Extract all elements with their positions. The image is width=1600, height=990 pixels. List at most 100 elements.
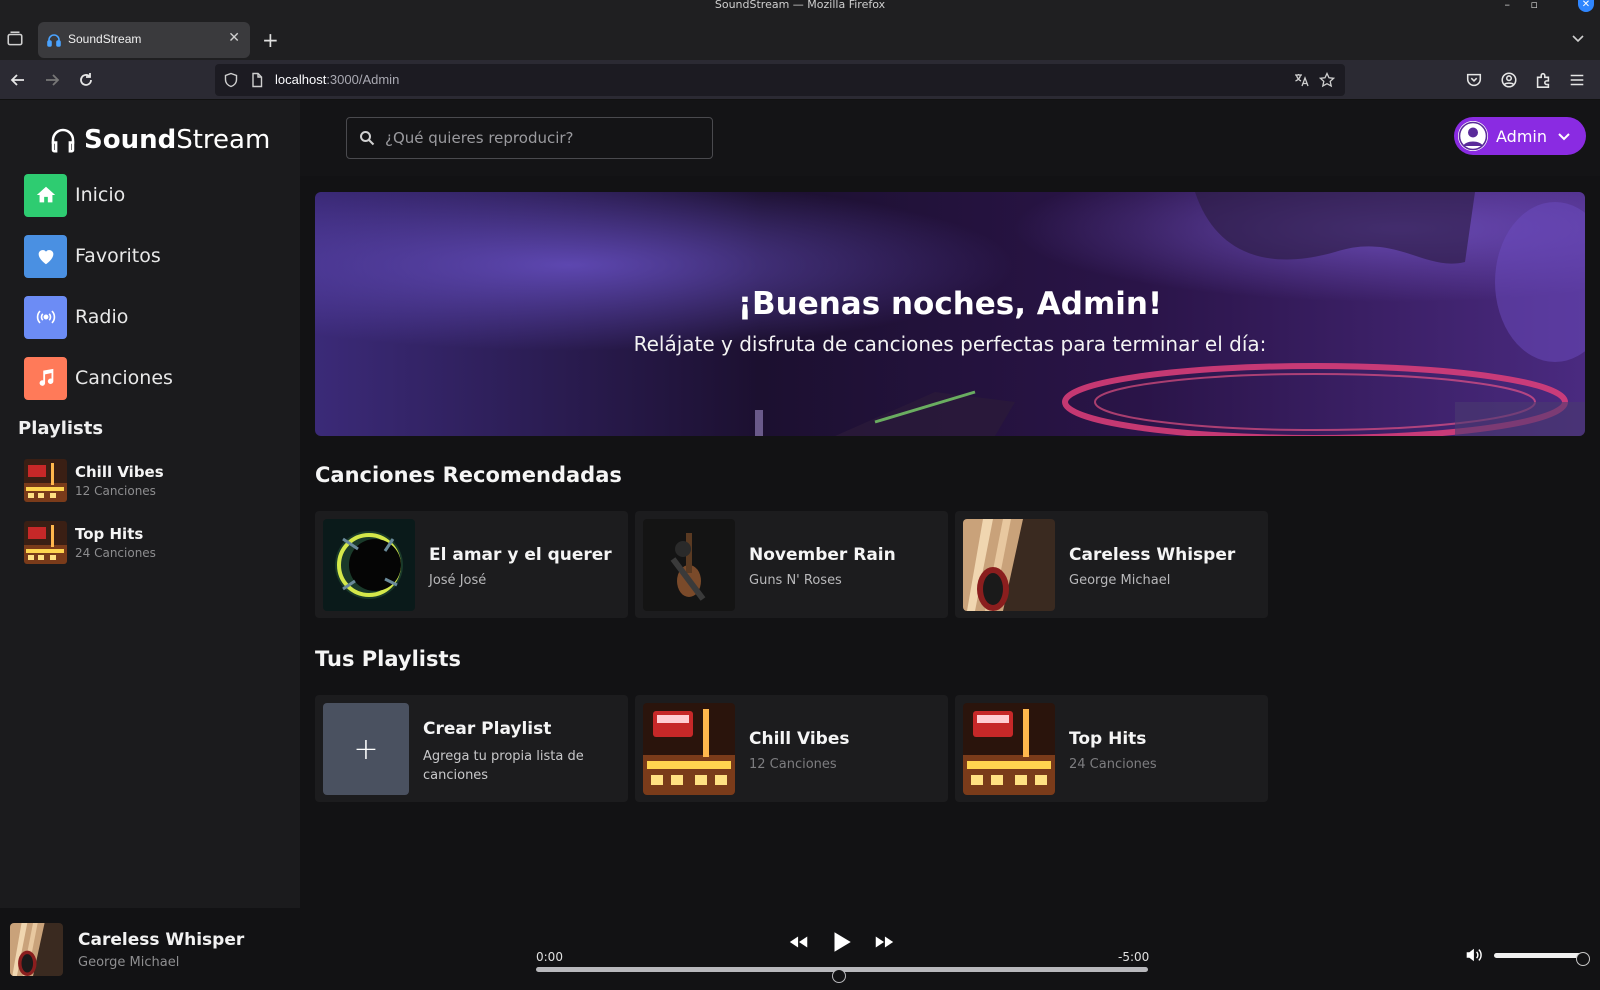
window-title: SoundStream — Mozilla Firefox (714, 0, 886, 11)
playlist-card-chill-vibes[interactable]: Chill Vibes 12 Canciones (635, 695, 948, 802)
hotel-thumbnail (24, 458, 67, 502)
account-icon[interactable] (1500, 70, 1518, 90)
song-artist: George Michael (1069, 573, 1171, 588)
sidebar-item-label: Canciones (75, 367, 173, 389)
song-artist: José José (429, 573, 487, 588)
url-path: :3000/Admin (326, 72, 400, 87)
pocket-icon[interactable] (1465, 70, 1483, 90)
playlist-count: 24 Canciones (1069, 757, 1157, 772)
now-playing-title: Careless Whisper (78, 930, 245, 950)
hero-banner: ¡Buenas noches, Admin! Relájate y disfru… (315, 192, 1585, 436)
sidebar-item-inicio[interactable]: Inicio (24, 173, 125, 217)
avatar (1458, 121, 1488, 151)
greeting-title: ¡Buenas noches, Admin! (737, 286, 1163, 322)
album-cover (963, 519, 1055, 611)
logo-light: Stream (176, 125, 271, 155)
song-title: Careless Whisper (1069, 545, 1236, 565)
sidebar-item-label: Radio (75, 306, 129, 328)
volume-slider[interactable] (1494, 952, 1590, 966)
hotel-thumbnail (24, 520, 67, 564)
fast-forward-icon[interactable] (873, 930, 895, 954)
window-titlebar: SoundStream — Mozilla Firefox – ▫ ✕ (0, 0, 1600, 20)
search-box[interactable] (346, 117, 713, 159)
sidebar-item-radio[interactable]: Radio (24, 295, 128, 339)
reload-icon[interactable] (76, 70, 96, 90)
search-input[interactable] (385, 126, 705, 150)
progress-knob[interactable] (832, 969, 846, 983)
minimize-icon[interactable]: – (1505, 0, 1511, 10)
progress-slider[interactable] (536, 967, 1148, 983)
user-name: Admin (1496, 126, 1547, 146)
heart-icon (38, 250, 53, 265)
playlist-count: 12 Canciones (749, 757, 837, 772)
browser-tab[interactable]: SoundStream ✕ (38, 22, 250, 58)
rewind-icon[interactable] (788, 930, 810, 954)
tab-title: SoundStream (68, 32, 142, 46)
navigation-bar: localhost:3000/Admin (0, 60, 1600, 100)
tab-list-icon[interactable] (6, 30, 24, 48)
sidebar-item-favoritos[interactable]: Favoritos (24, 234, 161, 278)
headphones-icon (51, 128, 75, 153)
app-root: SoundStream Inicio Favoritos Radio Canci… (0, 100, 1600, 990)
extensions-icon[interactable] (1534, 70, 1552, 90)
menu-icon-box (24, 234, 67, 278)
create-playlist-desc: Agrega tu propia lista de canciones (423, 749, 584, 783)
song-title: November Rain (749, 545, 896, 565)
sidebar-item-label: Favoritos (75, 245, 161, 267)
sidebar: SoundStream Inicio Favoritos Radio Canci… (0, 100, 300, 908)
music-note-icon (39, 368, 53, 386)
url-text[interactable]: localhost:3000/Admin (275, 72, 399, 87)
song-card[interactable]: November Rain Guns N' Roses (635, 511, 948, 618)
url-host: localhost (275, 72, 327, 87)
play-icon[interactable] (828, 928, 854, 956)
plus-icon: + (353, 731, 379, 767)
logo[interactable]: SoundStream (48, 122, 270, 158)
playlist-card-top-hits[interactable]: Top Hits 24 Canciones (955, 695, 1268, 802)
tab-close-icon[interactable]: ✕ (228, 30, 240, 46)
recommended-heading: Canciones Recomendadas (315, 463, 622, 487)
shield-icon[interactable] (223, 72, 239, 88)
new-tab-icon[interactable]: + (262, 28, 279, 52)
hamburger-menu-icon[interactable] (1568, 70, 1586, 90)
maximize-icon[interactable]: ▫ (1531, 0, 1538, 10)
sidebar-playlist-chill-vibes[interactable]: Chill Vibes 12 Canciones (24, 458, 164, 502)
headphones-icon (47, 34, 61, 47)
back-icon[interactable] (8, 70, 28, 90)
tab-bar: SoundStream ✕ + (0, 20, 1600, 60)
elapsed-time: 0:00 (536, 950, 563, 964)
sidebar-item-label: Inicio (75, 184, 126, 206)
sidebar-playlist-top-hits[interactable]: Top Hits 24 Canciones (24, 520, 156, 564)
user-menu-button[interactable]: Admin (1454, 117, 1586, 155)
logo-bold: Sound (84, 125, 177, 155)
song-card[interactable]: El amar y el querer José José (315, 511, 628, 618)
add-playlist-button[interactable]: + (323, 703, 409, 795)
album-cover (323, 519, 415, 611)
album-cover (643, 519, 735, 611)
hotel-cover (643, 703, 735, 795)
volume-icon[interactable] (1464, 946, 1482, 964)
create-playlist-card[interactable]: + Crear Playlist Agrega tu propia lista … (315, 695, 628, 802)
remaining-time: -5:00 (1118, 950, 1150, 964)
chevron-down-icon[interactable] (1570, 30, 1586, 46)
menu-icon-box (24, 295, 67, 339)
url-bar[interactable]: localhost:3000/Admin (215, 64, 1345, 96)
volume-knob[interactable] (1576, 952, 1590, 966)
playlist-count: 12 Canciones (75, 483, 156, 498)
hotel-cover (963, 703, 1055, 795)
translate-icon[interactable] (1293, 72, 1309, 88)
song-card[interactable]: Careless Whisper George Michael (955, 511, 1268, 618)
greeting-subtitle: Relájate y disfruta de canciones perfect… (633, 332, 1267, 356)
player-bar: Careless Whisper George Michael 0:00 -5:… (0, 908, 1600, 990)
sidebar-item-canciones[interactable]: Canciones (24, 356, 173, 400)
window-close-icon[interactable]: ✕ (1578, 0, 1594, 12)
your-playlists-heading: Tus Playlists (315, 647, 462, 671)
bookmark-star-icon[interactable] (1319, 72, 1335, 88)
forward-icon[interactable] (42, 70, 62, 90)
page-icon[interactable] (249, 72, 265, 88)
song-title: El amar y el querer (429, 545, 612, 565)
radio-icon (36, 310, 55, 324)
playlist-name: Chill Vibes (749, 729, 850, 749)
home-icon (36, 186, 55, 203)
menu-icon-box (24, 356, 67, 400)
chevron-down-icon (1558, 133, 1570, 141)
